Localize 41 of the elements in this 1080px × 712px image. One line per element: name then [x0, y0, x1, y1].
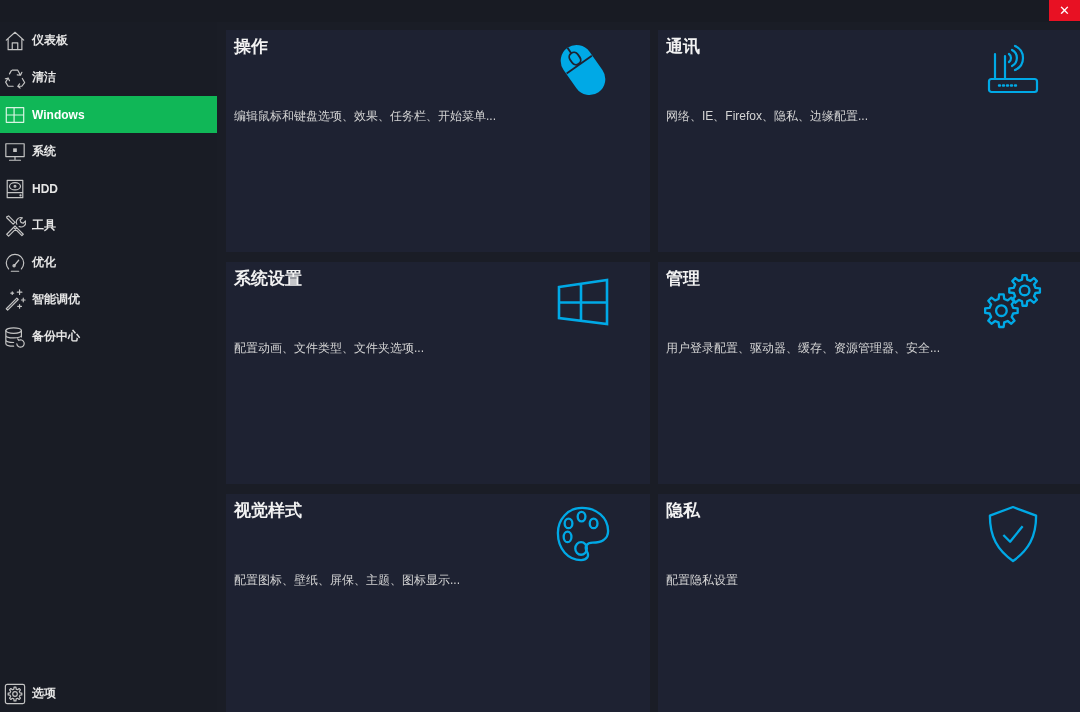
gauge-icon [4, 251, 26, 274]
monitor-icon [4, 140, 26, 163]
sidebar-item[interactable]: 优化 [0, 244, 217, 281]
card-title: 隐私 [666, 500, 700, 522]
windows-logo-icon [556, 277, 610, 327]
card-title: 系统设置 [234, 268, 302, 290]
settings-icon [4, 682, 26, 705]
category-card[interactable]: 隐私 配置隐私设置 [658, 494, 1080, 712]
tools-icon [4, 214, 26, 237]
card-description: 用户登录配置、驱动器、缓存、资源管理器、安全... [666, 340, 941, 356]
sidebar-item[interactable]: HDD [0, 170, 217, 207]
close-button[interactable]: ✕ [1049, 0, 1080, 21]
card-description: 配置动画、文件类型、文件夹选项... [234, 340, 425, 356]
options-button[interactable]: 选项 [0, 675, 217, 712]
sidebar-item[interactable]: 仪表板 [0, 22, 217, 59]
database-icon [4, 325, 26, 348]
router-icon [987, 44, 1039, 96]
sidebar-item[interactable]: 清洁 [0, 59, 217, 96]
gears-icon [984, 273, 1042, 331]
sidebar-item[interactable]: 备份中心 [0, 318, 217, 355]
card-title: 操作 [234, 36, 268, 58]
card-description: 配置隐私设置 [666, 572, 739, 588]
category-card[interactable]: 通讯 网络、IE、Firefox、隐私、边缘配置... [658, 30, 1080, 252]
sidebar-item[interactable]: 智能调优 [0, 281, 217, 318]
card-description: 网络、IE、Firefox、隐私、边缘配置... [666, 108, 869, 124]
category-card[interactable]: 系统设置 配置动画、文件类型、文件夹选项... [226, 262, 650, 484]
sidebar-item[interactable]: 工具 [0, 207, 217, 244]
palette-icon [555, 505, 611, 563]
hard-drive-icon [4, 177, 26, 200]
category-card[interactable]: 视觉样式 配置图标、壁纸、屏保、主题、图标显示... [226, 494, 650, 712]
sidebar-item[interactable]: 系统 [0, 133, 217, 170]
category-card[interactable]: 管理 用户登录配置、驱动器、缓存、资源管理器、安全... [658, 262, 1080, 484]
category-card[interactable]: 操作 编辑鼠标和键盘选项、效果、任务栏、开始菜单... [226, 30, 650, 252]
house-icon [4, 29, 26, 52]
magic-wand-icon [4, 288, 26, 311]
shield-check-icon [987, 505, 1039, 563]
card-title: 视觉样式 [234, 500, 302, 522]
card-title: 通讯 [666, 36, 700, 58]
card-description: 编辑鼠标和键盘选项、效果、任务栏、开始菜单... [234, 108, 497, 124]
card-description: 配置图标、壁纸、屏保、主题、图标显示... [234, 572, 461, 588]
card-title: 管理 [666, 268, 700, 290]
